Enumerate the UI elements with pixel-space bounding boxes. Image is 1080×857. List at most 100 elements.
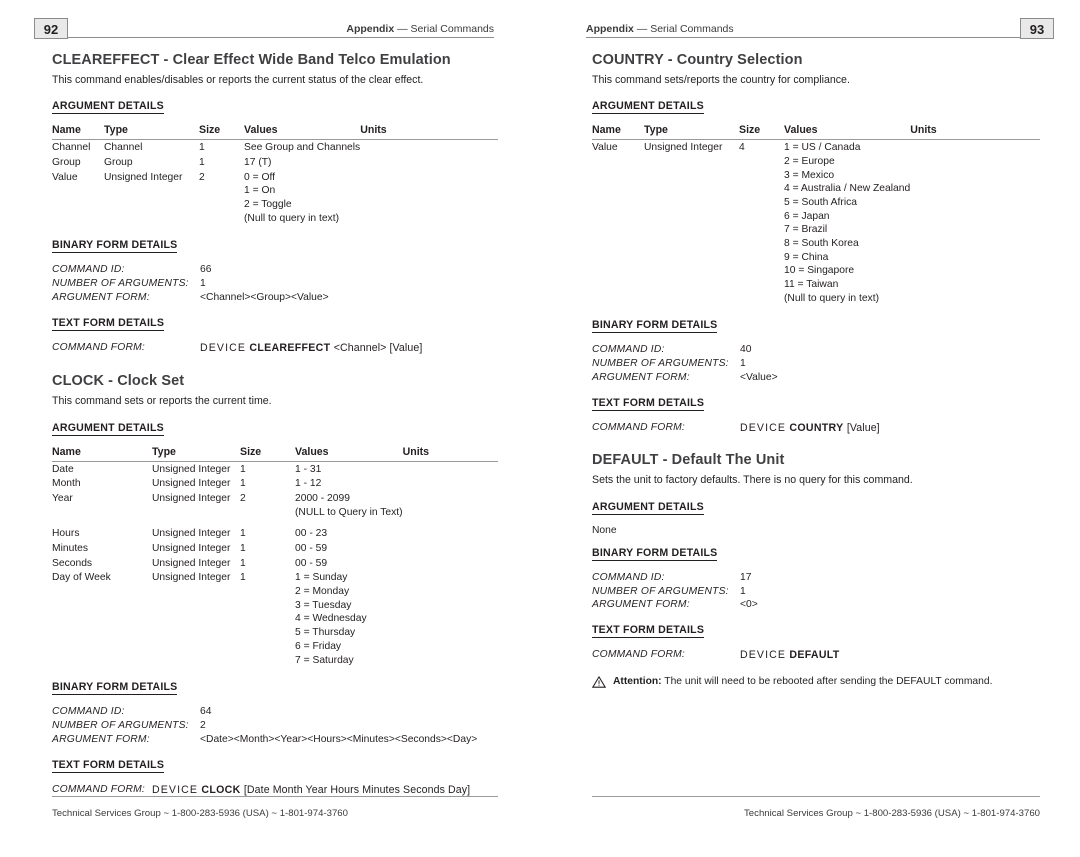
- cell-values: 0 = Off 1 = On 2 = Toggle (Null to query…: [244, 171, 339, 224]
- cell-size: 2: [199, 171, 205, 183]
- cell-values: 00 - 59: [295, 543, 328, 554]
- cell-size: 1: [240, 543, 246, 554]
- cell-units: [403, 570, 498, 667]
- command-form-args: <Channel> [Value]: [333, 342, 423, 355]
- text-form-details: COMMAND FORM: DEVICE DEFAULT: [592, 648, 1040, 662]
- binary-form-details: COMMAND ID: 40 NUMBER OF ARGUMENTS: 1 AR…: [592, 343, 1040, 385]
- text-form-details: COMMAND FORM: DEVICE CLEAREFFECT <Channe…: [52, 341, 498, 355]
- footer-text: Technical Services Group ~ 1-800-283-593…: [52, 808, 348, 819]
- table-row-spacer: [52, 519, 498, 526]
- cell-units: [403, 556, 498, 571]
- argument-form-row: ARGUMENT FORM: <Date><Month><Year><Hours…: [52, 733, 498, 747]
- cell-units: [910, 140, 1040, 306]
- cell-units: [360, 155, 498, 170]
- command-id-value: 40: [740, 344, 752, 356]
- number-of-arguments-row: NUMBER OF ARGUMENTS: 1: [592, 357, 1040, 371]
- running-head-title: Serial Commands: [410, 23, 494, 35]
- command-description: This command sets/reports the country fo…: [592, 74, 850, 86]
- command-form-row: COMMAND FORM: DEVICE CLOCK [Date Month Y…: [52, 783, 498, 797]
- running-head-right: 93 Appendix — Serial Commands: [586, 16, 1054, 39]
- column-header-values: Values: [295, 445, 403, 462]
- running-head-prefix: Appendix: [586, 23, 634, 35]
- command-form-args: [Date Month Year Hours Minutes Seconds D…: [243, 783, 471, 796]
- column-header-name: Name: [52, 445, 152, 462]
- column-header-size: Size: [240, 445, 295, 462]
- argument-details-none: None: [592, 524, 617, 536]
- command-id-label: COMMAND ID:: [52, 706, 125, 718]
- command-form-label: COMMAND FORM:: [52, 342, 145, 354]
- page-left: 92 Appendix — Serial Commands CLEAREFFEC…: [0, 0, 540, 857]
- command-form-keyword: DEFAULT: [789, 649, 840, 662]
- cell-units: [403, 461, 498, 476]
- command-form-value: DEVICE DEFAULT: [740, 648, 840, 662]
- cell-type: Unsigned Integer: [152, 492, 231, 504]
- cell-type: Unsigned Integer: [152, 572, 231, 584]
- cell-units: [360, 140, 498, 155]
- column-header-values: Values: [244, 124, 361, 141]
- text-form-details-heading: TEXT FORM DETAILS: [592, 624, 705, 639]
- command-id-row: COMMAND ID: 17: [592, 571, 1040, 585]
- command-section-default: DEFAULT - Default The Unit Sets the unit…: [591, 452, 1040, 690]
- number-of-arguments-row: NUMBER OF ARGUMENTS: 2: [52, 719, 498, 733]
- binary-form-details-heading: BINARY FORM DETAILS: [592, 319, 718, 334]
- argument-form-row: ARGUMENT FORM: <0>: [592, 598, 1040, 612]
- command-section-country: COUNTRY - Country Selection This command…: [592, 52, 1040, 435]
- cell-type: Unsigned Integer: [152, 463, 231, 475]
- running-head-prefix: Appendix: [346, 23, 395, 35]
- binary-form-details: COMMAND ID: 17 NUMBER OF ARGUMENTS: 1 AR…: [592, 571, 1040, 613]
- command-form-device: DEVICE: [200, 342, 247, 355]
- cell-values: 1 - 12: [295, 478, 322, 490]
- table-row: Date Unsigned Integer 1 1 - 31: [52, 461, 498, 476]
- table-row: Value Unsigned Integer 2 0 = Off 1 = On …: [52, 170, 498, 226]
- cell-units: [403, 541, 498, 556]
- running-head-left: 92 Appendix — Serial Commands: [34, 16, 494, 39]
- column-header-size: Size: [199, 124, 244, 141]
- table-row: Hours Unsigned Integer 1 00 - 23: [52, 526, 498, 541]
- column-header-values: Values: [784, 124, 911, 141]
- argument-details-table: Name Type Size Values Units Value Unsign…: [592, 124, 1040, 305]
- cell-name: Value: [592, 142, 618, 154]
- page-number-right: 93: [1020, 18, 1054, 39]
- cell-name: Year: [52, 492, 73, 504]
- command-form-label: COMMAND FORM:: [592, 649, 685, 661]
- table-row: Value Unsigned Integer 4 1 = US / Canada…: [592, 140, 1040, 306]
- number-of-arguments-label: NUMBER OF ARGUMENTS:: [592, 585, 729, 597]
- command-id-label: COMMAND ID:: [52, 264, 125, 276]
- cell-size: 1: [199, 156, 205, 168]
- command-form-value: DEVICE CLEAREFFECT <Channel> [Value]: [200, 341, 422, 355]
- column-header-units: Units: [402, 445, 498, 462]
- command-form-value: DEVICE CLOCK [Date Month Year Hours Minu…: [152, 783, 470, 797]
- argument-form-row: ARGUMENT FORM: <Channel><Group><Value>: [52, 291, 498, 305]
- argument-details-table: Name Type Size Values Units Date Unsigne…: [52, 445, 498, 668]
- argument-details-heading: ARGUMENT DETAILS: [592, 100, 704, 115]
- cell-size: 2: [240, 492, 246, 504]
- cell-size: 1: [240, 478, 246, 490]
- cell-size: 4: [739, 142, 745, 154]
- command-form-args: [Value]: [846, 422, 880, 435]
- number-of-arguments-value: 1: [740, 358, 746, 370]
- cell-values: 2000 - 2099 (NULL to Query in Text): [295, 492, 403, 518]
- cell-name: Channel: [52, 142, 91, 154]
- command-description: This command sets or reports the current…: [52, 395, 272, 408]
- cell-type: Unsigned Integer: [152, 528, 231, 540]
- table-row: Day of Week Unsigned Integer 1 1 = Sunda…: [52, 570, 498, 667]
- footer-left: Technical Services Group ~ 1-800-283-593…: [52, 796, 498, 826]
- cell-type: Unsigned Integer: [644, 142, 723, 154]
- command-id-label: COMMAND ID:: [592, 571, 665, 583]
- cell-units: [403, 491, 498, 519]
- number-of-arguments-value: 1: [740, 585, 746, 597]
- column-header-size: Size: [739, 124, 784, 141]
- command-form-label: COMMAND FORM:: [52, 783, 145, 795]
- command-form-device: DEVICE: [151, 783, 199, 796]
- command-id-row: COMMAND ID: 66: [52, 263, 498, 277]
- text-form-details: COMMAND FORM: DEVICE COUNTRY [Value]: [592, 421, 1040, 435]
- running-head-separator: —: [636, 23, 648, 35]
- command-form-row: COMMAND FORM: DEVICE COUNTRY [Value]: [592, 421, 1040, 435]
- cell-type: Unsigned Integer: [152, 557, 231, 569]
- text-form-details-heading: TEXT FORM DETAILS: [592, 397, 705, 412]
- command-id-value: 17: [740, 571, 752, 583]
- column-header-type: Type: [104, 124, 199, 141]
- column-header-type: Type: [152, 445, 240, 462]
- content-column-left: CLEAREFFECT - Clear Effect Wide Band Tel…: [52, 52, 498, 805]
- cell-type: Channel: [104, 142, 143, 154]
